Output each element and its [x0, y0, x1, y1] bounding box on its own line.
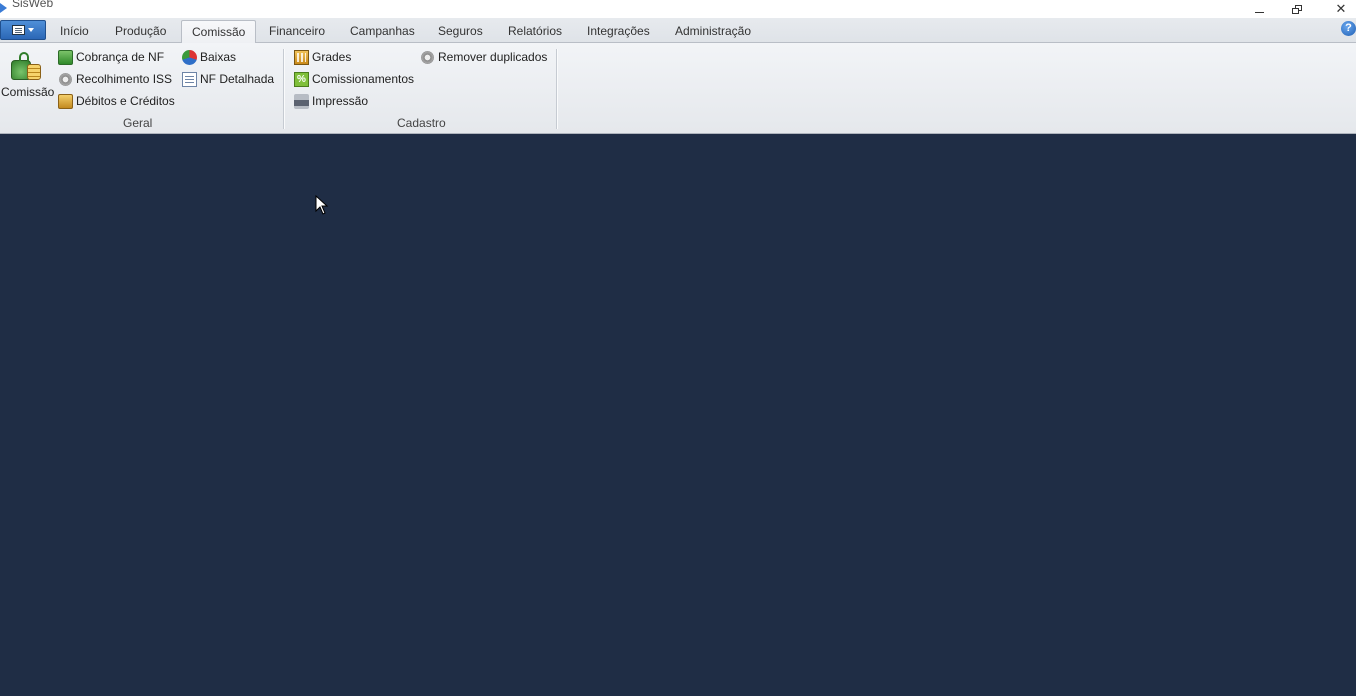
- application-menu-button[interactable]: [0, 20, 46, 40]
- remover-duplicados-button[interactable]: Remover duplicados: [420, 47, 547, 67]
- group-separator: [283, 49, 284, 129]
- gear-icon: [58, 71, 73, 87]
- minimize-icon: [1254, 11, 1264, 13]
- chevron-down-icon: [28, 28, 34, 32]
- comissionamentos-label: Comissionamentos: [312, 72, 415, 86]
- comissao-button-label: Comissão: [1, 85, 55, 99]
- nf-detalhada-label: NF Detalhada: [200, 72, 275, 86]
- title-bar: SisWeb ✕: [0, 0, 1356, 18]
- tab-inicio[interactable]: Início: [50, 20, 99, 43]
- help-icon[interactable]: ?: [1341, 21, 1356, 36]
- money-bag-coins-icon: [11, 52, 43, 82]
- window-title: SisWeb: [12, 0, 54, 10]
- tab-integracoes[interactable]: Integrações: [577, 20, 660, 43]
- mouse-cursor-icon: [315, 195, 329, 215]
- baixas-button[interactable]: Baixas: [182, 47, 236, 67]
- document-icon: [182, 71, 197, 87]
- coins-icon: [58, 93, 73, 109]
- grades-label: Grades: [312, 50, 352, 64]
- minimize-button[interactable]: [1244, 0, 1274, 18]
- ribbon-tabs: Início Produção Comissão Financeiro Camp…: [0, 18, 1356, 44]
- ribbon-panel: Comissão Cobrança de NF Recolhimento ISS…: [0, 43, 1356, 134]
- pie-chart-icon: [182, 49, 197, 65]
- nf-detalhada-button[interactable]: NF Detalhada: [182, 69, 274, 89]
- app-icon: [0, 3, 7, 13]
- restore-button[interactable]: [1282, 0, 1312, 18]
- comissao-button[interactable]: Comissão: [1, 50, 55, 102]
- group-label-geral: Geral: [123, 116, 153, 130]
- workspace-area[interactable]: [0, 134, 1356, 696]
- impressao-label: Impressão: [312, 94, 369, 108]
- tab-campanhas[interactable]: Campanhas: [340, 20, 425, 43]
- cobranca-nf-button[interactable]: Cobrança de NF: [58, 47, 164, 67]
- debitos-creditos-label: Débitos e Créditos: [76, 94, 175, 108]
- impressao-button[interactable]: Impressão: [294, 91, 368, 111]
- tab-administracao[interactable]: Administração: [665, 20, 761, 43]
- percent-icon: %: [294, 71, 309, 87]
- recolhimento-iss-label: Recolhimento ISS: [76, 72, 173, 86]
- comissionamentos-button[interactable]: % Comissionamentos: [294, 69, 414, 89]
- gear-icon: [420, 49, 435, 65]
- recolhimento-iss-button[interactable]: Recolhimento ISS: [58, 69, 172, 89]
- tab-producao[interactable]: Produção: [105, 20, 176, 43]
- close-icon: ✕: [1335, 1, 1347, 16]
- application-menu-icon: [12, 25, 25, 35]
- group-label-cadastro: Cadastro: [397, 116, 446, 130]
- tab-relatorios[interactable]: Relatórios: [498, 20, 572, 43]
- cobranca-nf-label: Cobrança de NF: [76, 50, 165, 64]
- close-button[interactable]: ✕: [1326, 0, 1356, 18]
- restore-icon: [1292, 4, 1302, 14]
- grid-icon: [294, 49, 309, 65]
- money-icon: [58, 49, 73, 65]
- tab-seguros[interactable]: Seguros: [428, 20, 493, 43]
- baixas-label: Baixas: [200, 50, 237, 64]
- tab-comissao[interactable]: Comissão: [181, 20, 257, 44]
- remover-duplicados-label: Remover duplicados: [438, 50, 548, 64]
- grades-button[interactable]: Grades: [294, 47, 351, 67]
- group-separator: [556, 49, 557, 129]
- debitos-creditos-button[interactable]: Débitos e Créditos: [58, 91, 175, 111]
- tab-financeiro[interactable]: Financeiro: [259, 20, 335, 43]
- printer-icon: [294, 93, 309, 109]
